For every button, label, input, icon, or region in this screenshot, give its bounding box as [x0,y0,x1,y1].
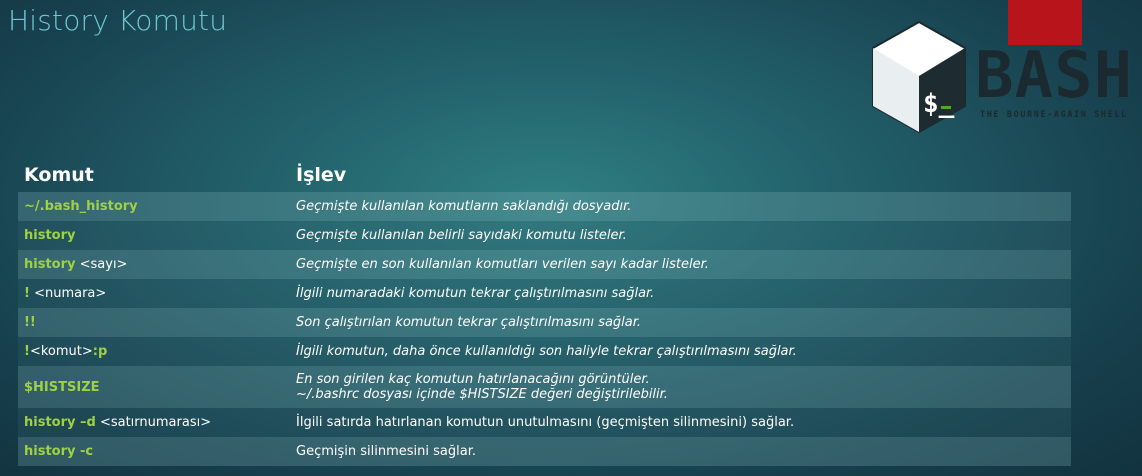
function-description: İlgili satırda hatırlanan komutun unutul… [296,415,795,430]
command-cell: !! [18,308,290,337]
table-row: history -c Geçmişin silinmesini sağlar. [18,437,1071,466]
command-name: $HISTSIZE [24,379,100,395]
function-cell: Geçmişte kullanılan belirli sayıdaki kom… [290,221,1071,250]
table-row: !<komut>:p İlgili komutun, daha önce kull… [18,337,1071,366]
command-name: history –d [24,415,96,430]
table-row: ~/.bash_history Geçmişte kullanılan komut… [18,192,1071,221]
function-cell: İlgili numaradaki komutun tekrar çalıştı… [290,279,1071,308]
function-description: ~/.bashrc dosyası içinde $HISTSIZE değer… [296,387,668,402]
header-function: İşlev [296,164,347,186]
table-row: ! <numara> İlgili numaradaki komutun tekr… [18,279,1071,308]
bash-subtitle: THE BOURNE-AGAIN SHELL [980,110,1128,120]
table-row: !! Son çalıştırılan komutun tekrar çalışt… [18,308,1071,337]
command-cell: history -c [18,437,290,466]
command-name: history -c [24,444,94,459]
command-name: !! [24,315,36,330]
command-name: history [24,228,76,243]
table-row: history Geçmişte kullanılan belirli sayıd… [18,221,1071,250]
command-argument: <satırnumarası> [95,415,212,430]
command-name: history [24,257,76,272]
table-row: history –d <satırnumarası> İlgili satırda… [18,408,1071,437]
function-cell: Geçmişin silinmesini sağlar. [290,437,1071,466]
function-description: Geçmişte kullanılan belirli sayıdaki kom… [296,228,627,243]
function-description: İlgili numaradaki komutun tekrar çalıştı… [296,286,655,301]
command-cell: $HISTSIZE [18,366,290,408]
command-suffix: :p [92,344,108,359]
table-header-row: Komut İşlev [18,156,1071,192]
history-commands-table: Komut İşlev ~/.bash_history Geçmişte kull… [18,156,1071,466]
command-cell: history [18,221,290,250]
function-cell: Son çalıştırılan komutun tekrar çalıştır… [290,308,1071,337]
bash-wordmark: BASH [975,39,1134,113]
function-description: Geçmişin silinmesini sağlar. [296,444,476,459]
command-name: ~/.bash_history [24,199,138,214]
function-description: İlgili komutun, daha önce kullanıldığı s… [296,344,797,359]
command-cell: ! <numara> [18,279,290,308]
function-description: Son çalıştırılan komutun tekrar çalıştır… [296,315,642,330]
command-cell: ~/.bash_history [18,192,290,221]
command-cell: history <sayı> [18,250,290,279]
slide-title: History Komutu [8,4,228,37]
table-row: $HISTSIZE En son girilen kaç komutun hatı… [18,366,1071,408]
prompt-glyph: $_ [923,89,955,119]
command-argument: <numara> [29,286,107,301]
function-cell: Geçmişte kullanılan komutların saklandığ… [290,192,1071,221]
command-cell: history –d <satırnumarası> [18,408,290,437]
command-argument: <sayı> [75,257,128,272]
function-description: En son girilen kaç komutun hatırlanacağı… [296,372,650,387]
table-row: history <sayı> Geçmişte en son kullanılan… [18,250,1071,279]
function-cell: İlgili komutun, daha önce kullanıldığı s… [290,337,1071,366]
command-argument: <komut> [29,344,93,359]
header-command: Komut [24,164,94,186]
command-cell: !<komut>:p [18,337,290,366]
cursor-mark [941,106,951,109]
function-description: Geçmişte kullanılan komutların saklandığ… [296,199,632,214]
function-cell: Geçmişte en son kullanılan komutları ver… [290,250,1071,279]
function-cell: İlgili satırda hatırlanan komutun unutul… [290,408,1071,437]
bash-cube-icon: $_ [872,20,966,134]
function-cell: En son girilen kaç komutun hatırlanacağı… [290,366,1071,408]
function-description: Geçmişte en son kullanılan komutları ver… [296,257,709,272]
